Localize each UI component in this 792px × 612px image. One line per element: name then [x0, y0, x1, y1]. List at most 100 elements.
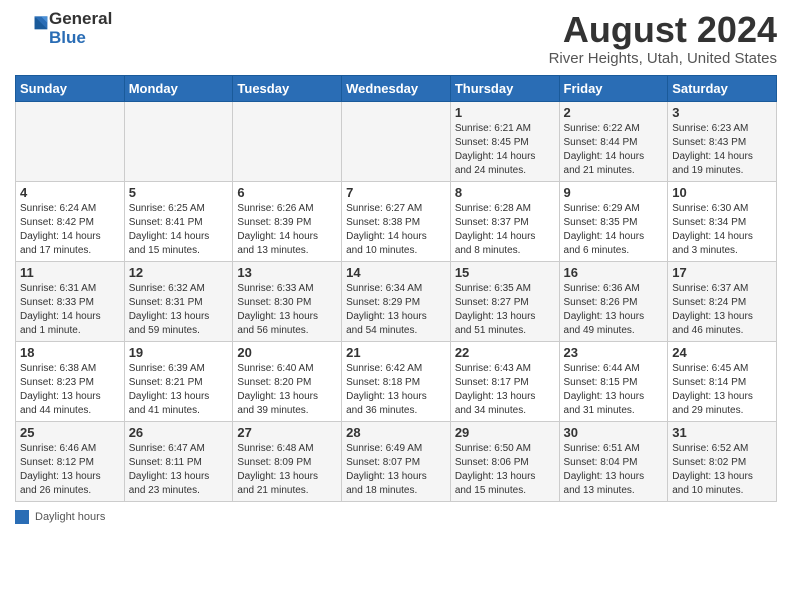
- day-number: 19: [129, 345, 229, 360]
- location-subtitle: River Heights, Utah, United States: [549, 50, 777, 67]
- calendar-cell: 19 Sunrise: 6:39 AM Sunset: 8:21 PM Dayli…: [124, 341, 233, 421]
- logo-icon: [17, 12, 49, 40]
- day-number: 17: [672, 265, 772, 280]
- day-info: Sunrise: 6:38 AM Sunset: 8:23 PM Dayligh…: [20, 362, 120, 418]
- day-number: 28: [346, 425, 446, 440]
- calendar-cell: 15 Sunrise: 6:35 AM Sunset: 8:27 PM Dayli…: [450, 261, 559, 341]
- calendar-cell: 9Sunrise: 6:29 AM Sunset: 8:35 PM Daylig…: [559, 181, 668, 261]
- calendar-cell: 13 Sunrise: 6:33 AM Sunset: 8:30 PM Dayli…: [233, 261, 342, 341]
- legend-label: Daylight hours: [35, 511, 105, 523]
- day-info: Sunrise: 6:42 AM Sunset: 8:18 PM Dayligh…: [346, 362, 446, 418]
- day-number: 15: [455, 265, 555, 280]
- calendar-cell: 28Sunrise: 6:49 AM Sunset: 8:07 PM Dayli…: [342, 421, 451, 501]
- day-info: Sunrise: 6:30 AM Sunset: 8:34 PM Dayligh…: [672, 202, 772, 258]
- calendar-week-row: 4 Sunrise: 6:24 AM Sunset: 8:42 PM Daylig…: [16, 181, 777, 261]
- day-info: Sunrise: 6:46 AM Sunset: 8:12 PM Dayligh…: [20, 442, 120, 498]
- day-info: Sunrise: 6:25 AM Sunset: 8:41 PM Dayligh…: [129, 202, 229, 258]
- calendar-week-row: 11 Sunrise: 6:31 AM Sunset: 8:33 PM Dayli…: [16, 261, 777, 341]
- calendar-week-row: 18 Sunrise: 6:38 AM Sunset: 8:23 PM Dayli…: [16, 341, 777, 421]
- calendar-header-sunday: Sunday: [16, 75, 125, 101]
- day-number: 29: [455, 425, 555, 440]
- calendar-cell: 6Sunrise: 6:26 AM Sunset: 8:39 PM Daylig…: [233, 181, 342, 261]
- calendar-cell: 12Sunrise: 6:32 AM Sunset: 8:31 PM Dayli…: [124, 261, 233, 341]
- day-info: Sunrise: 6:44 AM Sunset: 8:15 PM Dayligh…: [564, 362, 664, 418]
- title-block: August 2024 River Heights, Utah, United …: [549, 10, 777, 67]
- calendar-cell: 8Sunrise: 6:28 AM Sunset: 8:37 PM Daylig…: [450, 181, 559, 261]
- logo: General Blue: [15, 10, 112, 47]
- calendar-cell: 27 Sunrise: 6:48 AM Sunset: 8:09 PM Dayli…: [233, 421, 342, 501]
- day-info: Sunrise: 6:22 AM Sunset: 8:44 PM Dayligh…: [564, 122, 664, 178]
- day-number: 1: [455, 105, 555, 120]
- page-header: General Blue August 2024 River Heights, …: [15, 10, 777, 67]
- calendar-cell: 25 Sunrise: 6:46 AM Sunset: 8:12 PM Dayli…: [16, 421, 125, 501]
- day-info: Sunrise: 6:40 AM Sunset: 8:20 PM Dayligh…: [237, 362, 337, 418]
- day-info: Sunrise: 6:28 AM Sunset: 8:37 PM Dayligh…: [455, 202, 555, 258]
- day-info: Sunrise: 6:39 AM Sunset: 8:21 PM Dayligh…: [129, 362, 229, 418]
- day-number: 27: [237, 425, 337, 440]
- calendar-cell: 21 Sunrise: 6:42 AM Sunset: 8:18 PM Dayli…: [342, 341, 451, 421]
- day-info: Sunrise: 6:31 AM Sunset: 8:33 PM Dayligh…: [20, 282, 120, 338]
- day-info: Sunrise: 6:50 AM Sunset: 8:06 PM Dayligh…: [455, 442, 555, 498]
- day-number: 13: [237, 265, 337, 280]
- day-number: 18: [20, 345, 120, 360]
- day-info: Sunrise: 6:23 AM Sunset: 8:43 PM Dayligh…: [672, 122, 772, 178]
- day-info: Sunrise: 6:52 AM Sunset: 8:02 PM Dayligh…: [672, 442, 772, 498]
- calendar-cell: 7Sunrise: 6:27 AM Sunset: 8:38 PM Daylig…: [342, 181, 451, 261]
- calendar-cell: 30 Sunrise: 6:51 AM Sunset: 8:04 PM Dayli…: [559, 421, 668, 501]
- day-number: 24: [672, 345, 772, 360]
- day-number: 31: [672, 425, 772, 440]
- day-info: Sunrise: 6:24 AM Sunset: 8:42 PM Dayligh…: [20, 202, 120, 258]
- day-number: 30: [564, 425, 664, 440]
- day-info: Sunrise: 6:37 AM Sunset: 8:24 PM Dayligh…: [672, 282, 772, 338]
- day-number: 10: [672, 185, 772, 200]
- logo-general: General: [49, 9, 112, 28]
- calendar-cell: [233, 101, 342, 181]
- calendar-cell: 20 Sunrise: 6:40 AM Sunset: 8:20 PM Dayli…: [233, 341, 342, 421]
- logo-blue: Blue: [49, 28, 86, 47]
- day-number: 3: [672, 105, 772, 120]
- calendar-cell: 5Sunrise: 6:25 AM Sunset: 8:41 PM Daylig…: [124, 181, 233, 261]
- calendar-header-row: SundayMondayTuesdayWednesdayThursdayFrid…: [16, 75, 777, 101]
- calendar-header-tuesday: Tuesday: [233, 75, 342, 101]
- calendar-cell: 17 Sunrise: 6:37 AM Sunset: 8:24 PM Dayli…: [668, 261, 777, 341]
- day-number: 23: [564, 345, 664, 360]
- calendar-header-wednesday: Wednesday: [342, 75, 451, 101]
- calendar-cell: 18 Sunrise: 6:38 AM Sunset: 8:23 PM Dayli…: [16, 341, 125, 421]
- calendar-cell: 4 Sunrise: 6:24 AM Sunset: 8:42 PM Daylig…: [16, 181, 125, 261]
- day-number: 7: [346, 185, 446, 200]
- day-number: 14: [346, 265, 446, 280]
- calendar-cell: 1Sunrise: 6:21 AM Sunset: 8:45 PM Daylig…: [450, 101, 559, 181]
- day-info: Sunrise: 6:47 AM Sunset: 8:11 PM Dayligh…: [129, 442, 229, 498]
- calendar-cell: 16Sunrise: 6:36 AM Sunset: 8:26 PM Dayli…: [559, 261, 668, 341]
- day-info: Sunrise: 6:29 AM Sunset: 8:35 PM Dayligh…: [564, 202, 664, 258]
- day-info: Sunrise: 6:35 AM Sunset: 8:27 PM Dayligh…: [455, 282, 555, 338]
- day-number: 2: [564, 105, 664, 120]
- calendar-header-thursday: Thursday: [450, 75, 559, 101]
- calendar-cell: 31 Sunrise: 6:52 AM Sunset: 8:02 PM Dayli…: [668, 421, 777, 501]
- day-number: 21: [346, 345, 446, 360]
- day-info: Sunrise: 6:43 AM Sunset: 8:17 PM Dayligh…: [455, 362, 555, 418]
- day-number: 25: [20, 425, 120, 440]
- day-number: 22: [455, 345, 555, 360]
- day-info: Sunrise: 6:45 AM Sunset: 8:14 PM Dayligh…: [672, 362, 772, 418]
- day-info: Sunrise: 6:34 AM Sunset: 8:29 PM Dayligh…: [346, 282, 446, 338]
- calendar-header-saturday: Saturday: [668, 75, 777, 101]
- calendar-cell: 24 Sunrise: 6:45 AM Sunset: 8:14 PM Dayli…: [668, 341, 777, 421]
- calendar-cell: 11 Sunrise: 6:31 AM Sunset: 8:33 PM Dayli…: [16, 261, 125, 341]
- calendar-header-monday: Monday: [124, 75, 233, 101]
- calendar-cell: [16, 101, 125, 181]
- calendar-cell: [124, 101, 233, 181]
- day-info: Sunrise: 6:48 AM Sunset: 8:09 PM Dayligh…: [237, 442, 337, 498]
- day-number: 20: [237, 345, 337, 360]
- day-info: Sunrise: 6:32 AM Sunset: 8:31 PM Dayligh…: [129, 282, 229, 338]
- day-info: Sunrise: 6:51 AM Sunset: 8:04 PM Dayligh…: [564, 442, 664, 498]
- legend-box: [15, 510, 29, 524]
- day-number: 11: [20, 265, 120, 280]
- day-number: 4: [20, 185, 120, 200]
- calendar-header-friday: Friday: [559, 75, 668, 101]
- day-info: Sunrise: 6:33 AM Sunset: 8:30 PM Dayligh…: [237, 282, 337, 338]
- logo-text: General Blue: [49, 10, 112, 47]
- day-number: 6: [237, 185, 337, 200]
- calendar-cell: 2 Sunrise: 6:22 AM Sunset: 8:44 PM Daylig…: [559, 101, 668, 181]
- calendar-cell: 26Sunrise: 6:47 AM Sunset: 8:11 PM Dayli…: [124, 421, 233, 501]
